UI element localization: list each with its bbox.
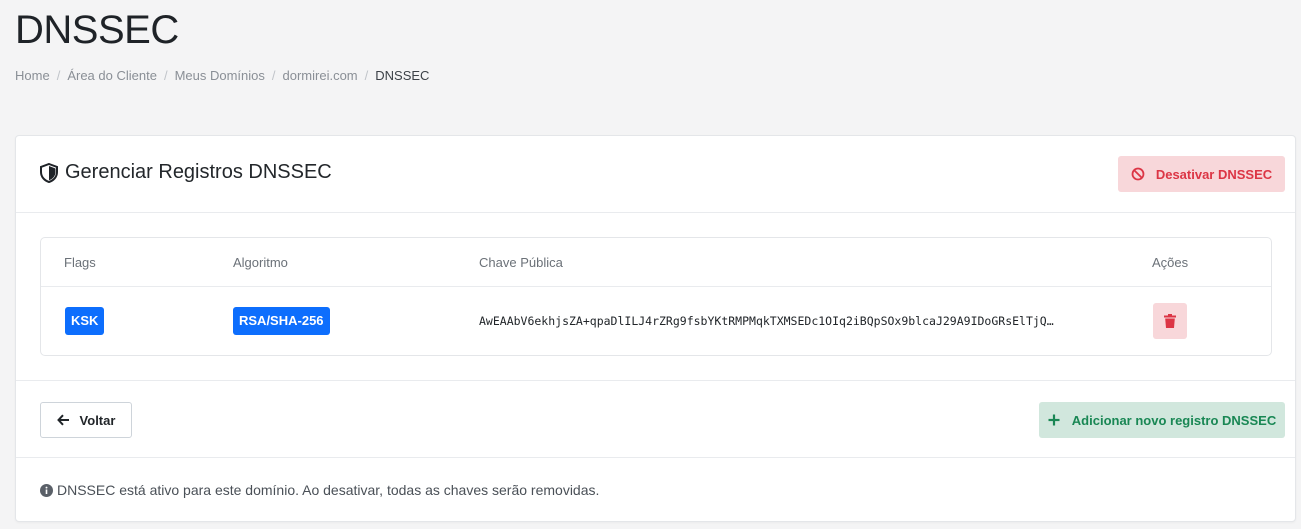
plus-icon [1048,414,1060,426]
arrow-left-icon [56,414,69,426]
public-key-value: AwEAAbV6ekhjsZA+qpaDlILJ4rZRg9fsbYKtRMPM… [479,314,1054,328]
ban-icon [1131,167,1145,181]
breadcrumb-my-domains[interactable]: Meus Domínios [175,68,265,83]
table-header: Flags Algoritmo Chave Pública Ações [41,238,1271,287]
back-button-label: Voltar [79,412,116,428]
card-actions: Voltar Adicionar novo registro DNSSEC [16,380,1295,458]
column-header-flags: Flags [64,255,96,270]
breadcrumb-client-area[interactable]: Área do Cliente [67,68,157,83]
column-header-algorithm: Algoritmo [233,255,288,270]
column-header-public-key: Chave Pública [479,255,563,270]
add-dnssec-record-label: Adicionar novo registro DNSSEC [1071,412,1277,428]
table-row: KSK RSA/SHA-256 AwEAAbV6ekhjsZA+qpaDlILJ… [41,287,1271,355]
delete-record-button[interactable] [1153,303,1187,339]
breadcrumb: Home / Área do Cliente / Meus Domínios /… [15,68,429,83]
status-note: DNSSEC está ativo para este domínio. Ao … [40,482,599,498]
breadcrumb-separator: / [364,68,369,83]
trash-icon [1164,314,1176,328]
breadcrumb-home[interactable]: Home [15,68,50,83]
disable-dnssec-button[interactable]: Desativar DNSSEC [1118,156,1285,192]
dnssec-card: Gerenciar Registros DNSSEC Desativar DNS… [15,135,1296,522]
column-header-actions: Ações [1152,255,1189,270]
breadcrumb-separator: / [271,68,276,83]
info-circle-icon [40,483,53,497]
dnssec-table: Flags Algoritmo Chave Pública Ações KSK … [40,237,1272,356]
shield-icon [40,162,58,183]
breadcrumb-current: DNSSEC [375,68,430,83]
card-title-group: Gerenciar Registros DNSSEC [39,161,332,184]
flags-badge: KSK [65,307,105,335]
add-dnssec-record-button[interactable]: Adicionar novo registro DNSSEC [1039,402,1285,438]
breadcrumb-separator: / [163,68,168,83]
disable-dnssec-label: Desativar DNSSEC [1155,166,1273,182]
breadcrumb-separator: / [56,68,61,83]
algorithm-badge: RSA/SHA-256 [233,307,330,335]
back-button[interactable]: Voltar [40,402,132,438]
card-header: Gerenciar Registros DNSSEC Desativar DNS… [16,136,1295,213]
card-title: Gerenciar Registros DNSSEC [65,161,332,183]
breadcrumb-domain[interactable]: dormirei.com [283,68,358,83]
page-title: DNSSEC [15,8,179,52]
status-note-text: DNSSEC está ativo para este domínio. Ao … [57,482,600,498]
